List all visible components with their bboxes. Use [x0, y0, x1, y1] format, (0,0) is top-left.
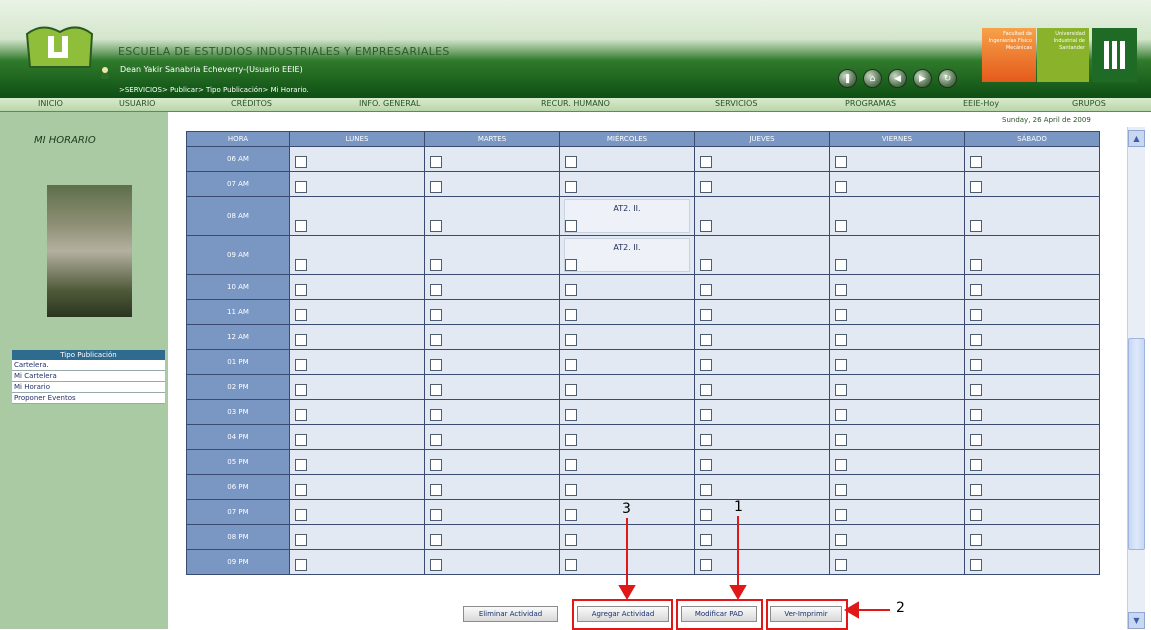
scroll-down-icon[interactable]: ▼ [1128, 612, 1145, 629]
scroll-up-icon[interactable]: ▲ [1128, 130, 1145, 147]
annotation-arrows [618, 516, 890, 619]
scrollbar-thumb[interactable] [1128, 338, 1145, 550]
